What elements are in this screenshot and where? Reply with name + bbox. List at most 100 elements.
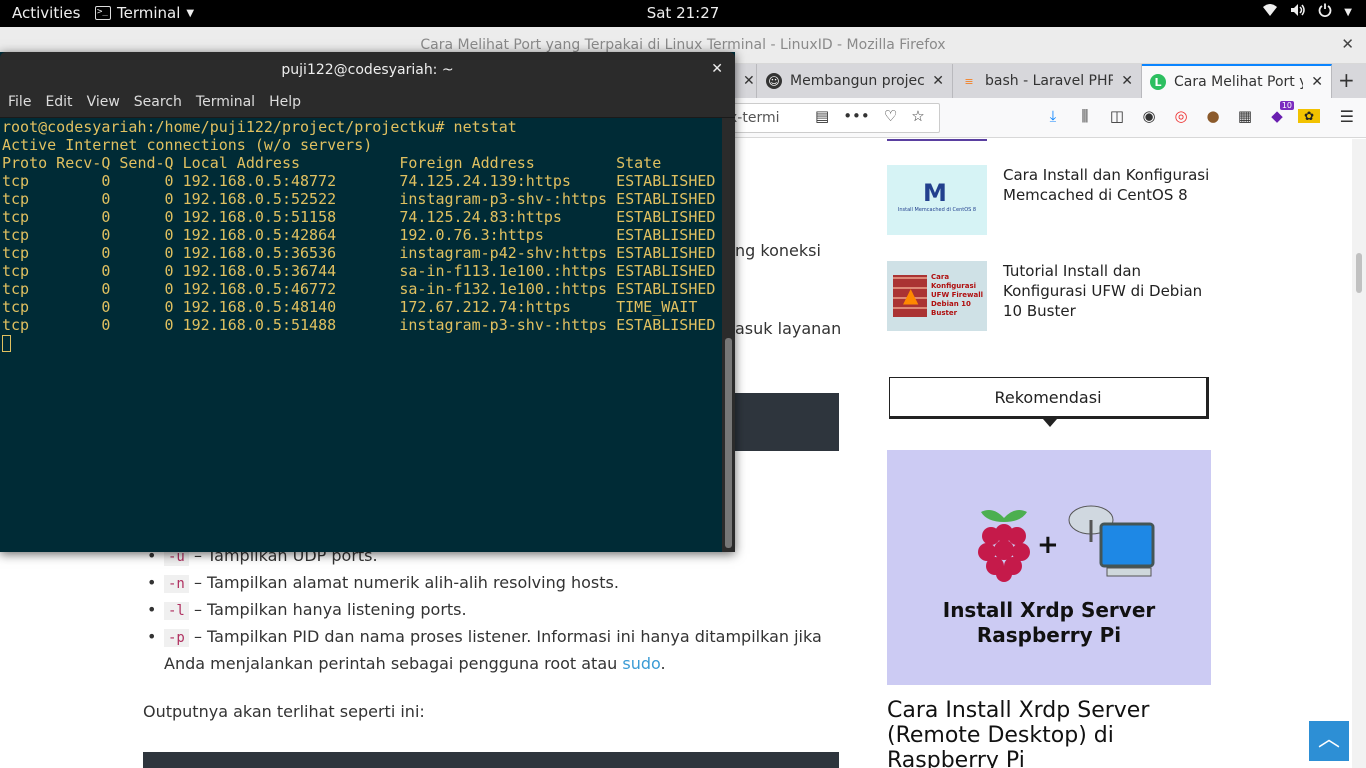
- terminal-line: tcp 0 0 192.168.0.5:42864 192.0.76.3:htt…: [2, 226, 716, 244]
- option-code: -p: [164, 629, 189, 647]
- terminal-title: puji122@codesyariah: ~: [281, 62, 454, 78]
- thumb-caption: Install Memcached di CentOS 8: [897, 207, 977, 213]
- terminal-line: tcp 0 0 192.168.0.5:52522 instagram-p3-s…: [2, 190, 716, 208]
- option-description: – Tampilkan hanya listening ports.: [188, 600, 467, 619]
- new-tab-button[interactable]: +: [1338, 68, 1355, 92]
- output-code-block: [143, 752, 839, 768]
- terminal-window: puji122@codesyariah: ~ ✕ File Edit View …: [0, 52, 735, 552]
- sudo-link[interactable]: sudo: [622, 654, 660, 673]
- list-item: -p – Tampilkan PID dan nama proses liste…: [143, 624, 843, 677]
- extension-red-icon[interactable]: ◎: [1170, 107, 1192, 125]
- close-tab-icon[interactable]: ✕: [1121, 73, 1133, 89]
- extension-badge-count: 10: [1279, 101, 1294, 110]
- terminal-menubar: File Edit View Search Terminal Help: [0, 88, 735, 118]
- reader-view-icon[interactable]: ▤: [815, 107, 829, 125]
- tab-label: Membangun project: [790, 73, 925, 89]
- wifi-icon: [1262, 3, 1278, 21]
- browser-tab[interactable]: ☺ Membangun project ✕: [758, 64, 953, 98]
- menu-file[interactable]: File: [8, 88, 43, 117]
- account-icon[interactable]: ◉: [1138, 107, 1160, 125]
- menu-search[interactable]: Search: [134, 88, 194, 117]
- bookmark-star-icon[interactable]: ☆: [911, 107, 924, 125]
- post-title-link[interactable]: Cara Install dan Konfigurasi Memcached d…: [1003, 165, 1213, 205]
- code-block: [735, 393, 839, 451]
- option-list: -u – Tampilkan UDP ports. -n – Tampilkan…: [143, 543, 843, 677]
- memcached-logo-icon: M: [923, 179, 947, 207]
- article-text-fragment: asuk layanan: [735, 319, 842, 338]
- gnome-top-bar: Activities >_ Terminal ▼ Sat 21:27 ▼: [0, 0, 1366, 27]
- terminal-line: root@codesyariah:/home/puji122/project/p…: [2, 118, 517, 136]
- option-description: – Tampilkan PID dan nama proses listener…: [164, 627, 822, 673]
- close-tab-icon[interactable]: ✕: [743, 73, 755, 89]
- avatar-favicon-icon: ☺: [766, 73, 782, 89]
- output-intro: Outputnya akan terlihat seperti ini:: [143, 702, 425, 721]
- tab-label: Cara Melihat Port yan: [1174, 74, 1303, 90]
- option-code: -l: [164, 602, 189, 620]
- qr-code-icon[interactable]: ▦: [1234, 107, 1256, 125]
- post-title-link[interactable]: Tutorial Install dan Konfigurasi UFW di …: [1003, 261, 1213, 321]
- caret-down-icon: ▼: [1344, 6, 1352, 18]
- feature-post-title-link[interactable]: Cara Install Xrdp Server (Remote Desktop…: [887, 698, 1207, 768]
- previous-thumb-edge: [887, 139, 987, 141]
- menu-terminal[interactable]: Terminal: [196, 88, 267, 117]
- download-icon[interactable]: ⤓: [1042, 107, 1064, 125]
- menu-edit[interactable]: Edit: [45, 88, 84, 117]
- post-thumbnail[interactable]: M Install Memcached di CentOS 8: [887, 165, 987, 235]
- terminal-line: tcp 0 0 192.168.0.5:51158 74.125.24.83:h…: [2, 208, 716, 226]
- scrollbar-thumb[interactable]: [725, 338, 732, 548]
- terminal-titlebar[interactable]: puji122@codesyariah: ~ ✕: [0, 52, 735, 88]
- tab-label: bash - Laravel PHP C: [985, 73, 1114, 89]
- raspberry-pi-icon: [978, 510, 1030, 582]
- remote-desktop-icon: [1068, 505, 1155, 577]
- pocket-icon[interactable]: ♡: [884, 107, 897, 125]
- clock[interactable]: Sat 21:27: [647, 4, 720, 22]
- chevron-up-icon: ︿: [1317, 727, 1340, 752]
- thumb-caption: Cara Konfigurasi UFW Firewall Debian 10 …: [931, 273, 983, 317]
- terminal-line: Active Internet connections (w/o servers…: [2, 136, 373, 154]
- activities-button[interactable]: Activities: [12, 4, 80, 22]
- menu-view[interactable]: View: [87, 88, 132, 117]
- menu-icon[interactable]: ☰: [1340, 107, 1354, 126]
- plus-icon: +: [1037, 530, 1059, 560]
- option-code: -n: [164, 575, 189, 593]
- menu-help[interactable]: Help: [269, 88, 313, 117]
- scrollbar-thumb[interactable]: [1356, 253, 1362, 293]
- system-tray[interactable]: ▼: [1262, 3, 1352, 21]
- toolbar-icons: ⤓ ⫼ ◫ ◉ ◎ ● ▦ ◆ 10 ✿: [1042, 101, 1320, 125]
- terminal-line: Proto Recv-Q Send-Q Local Address Foreig…: [2, 154, 716, 172]
- browser-tab-active[interactable]: L Cara Melihat Port yan ✕: [1142, 64, 1332, 98]
- list-item: -l – Tampilkan hanya listening ports.: [143, 597, 843, 624]
- browser-tab[interactable]: ≡ bash - Laravel PHP C ✕: [953, 64, 1142, 98]
- terminal-line: tcp 0 0 192.168.0.5:46772 sa-in-f132.1e1…: [2, 280, 716, 298]
- sidebar-icon[interactable]: ◫: [1106, 107, 1128, 125]
- browser-tab[interactable]: ✕: [735, 64, 757, 98]
- extension-yellow-icon[interactable]: ✿: [1298, 109, 1320, 123]
- sidebar-post[interactable]: ▲ Cara Konfigurasi UFW Firewall Debian 1…: [887, 261, 1217, 331]
- close-icon[interactable]: ✕: [711, 61, 723, 77]
- feature-image[interactable]: + Install Xrdp Server Raspberry Pi: [887, 450, 1211, 685]
- extension-badge-icon[interactable]: ◆ 10: [1266, 101, 1294, 125]
- sidebar-post[interactable]: M Install Memcached di CentOS 8 Cara Ins…: [887, 165, 1217, 235]
- close-tab-icon[interactable]: ✕: [932, 73, 944, 89]
- close-tab-icon[interactable]: ✕: [1311, 74, 1323, 90]
- url-actions: ▤ ••• ♡ ☆: [815, 107, 925, 125]
- terminal-icon: >_: [95, 6, 111, 20]
- app-menu-label: Terminal: [117, 4, 181, 22]
- flame-icon: ▲: [903, 283, 919, 307]
- page-actions-icon[interactable]: •••: [843, 107, 870, 125]
- app-menu[interactable]: >_ Terminal ▼: [95, 4, 194, 22]
- feature-image-caption: Install Xrdp Server Raspberry Pi: [942, 598, 1156, 647]
- library-icon[interactable]: ⫼: [1074, 107, 1096, 125]
- power-icon: [1318, 3, 1332, 21]
- terminal-line: tcp 0 0 192.168.0.5:36744 sa-in-f113.1e1…: [2, 262, 716, 280]
- list-item: -n – Tampilkan alamat numerik alih-alih …: [143, 570, 843, 597]
- linuxid-favicon-icon: L: [1150, 74, 1166, 90]
- terminal-output[interactable]: root@codesyariah:/home/puji122/project/p…: [2, 118, 722, 550]
- scroll-to-top-button[interactable]: ︿: [1309, 721, 1349, 761]
- post-thumbnail[interactable]: ▲ Cara Konfigurasi UFW Firewall Debian 1…: [887, 261, 987, 331]
- section-heading: Rekomendasi: [889, 377, 1209, 427]
- terminal-scrollbar[interactable]: [722, 118, 735, 552]
- close-window-icon[interactable]: ✕: [1341, 35, 1354, 53]
- cookie-icon[interactable]: ●: [1202, 107, 1224, 125]
- page-scrollbar[interactable]: [1352, 139, 1366, 768]
